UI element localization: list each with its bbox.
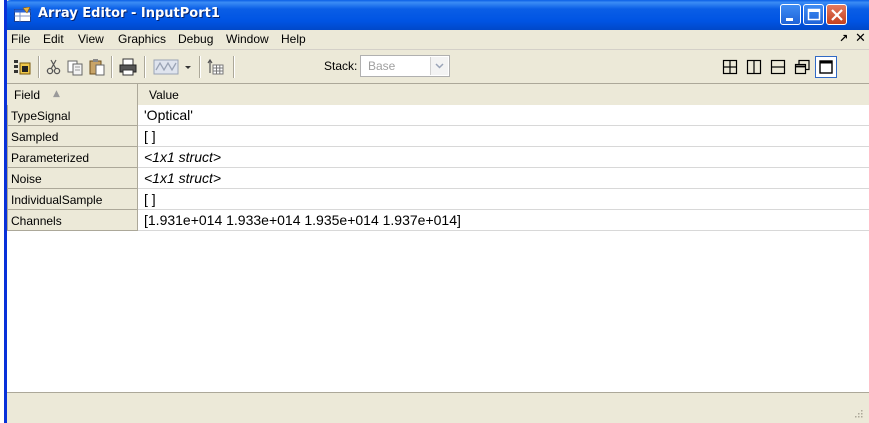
field-value: [1.931e+014 1.933e+014 1.935e+014 1.937e… — [144, 212, 461, 228]
value-cell[interactable]: <1x1 struct> — [138, 147, 869, 168]
value-cell[interactable]: 'Optical' — [138, 105, 869, 126]
field-value: [ ] — [144, 128, 156, 144]
sort-ascending-icon: ▲ — [53, 89, 60, 99]
minimize-button[interactable] — [780, 4, 801, 25]
maximize-button[interactable] — [803, 4, 824, 25]
float-icon[interactable] — [792, 57, 812, 77]
cut-icon[interactable] — [45, 58, 63, 76]
plot-icon[interactable] — [153, 58, 179, 76]
field-value: [ ] — [144, 191, 156, 207]
grid-header: Field ▲ Value — [7, 84, 869, 106]
field-name: Parameterized — [11, 151, 90, 165]
menu-view[interactable]: View — [78, 32, 104, 46]
close-icon — [831, 9, 843, 21]
tile-icon[interactable] — [720, 57, 740, 77]
maximize-layout-button[interactable] — [815, 56, 837, 78]
field-name: Sampled — [11, 130, 59, 144]
array-editor-app-icon — [14, 7, 31, 22]
close-window-button[interactable] — [826, 4, 847, 25]
field-name: Channels — [11, 214, 62, 228]
status-bar — [7, 392, 869, 423]
field-cell[interactable]: Parameterized — [7, 147, 138, 168]
paste-icon[interactable] — [88, 58, 106, 76]
field-name: Noise — [11, 172, 42, 186]
field-cell[interactable]: TypeSignal — [7, 105, 138, 126]
table-row[interactable]: Parameterized <1x1 struct> — [7, 147, 869, 168]
undock-icon[interactable]: ↗ — [839, 32, 848, 45]
table-row[interactable]: Sampled [ ] — [7, 126, 869, 147]
title-bar[interactable]: Array Editor - InputPort1 — [7, 0, 869, 30]
toolbar: Stack: Base — [7, 50, 869, 84]
field-value: 'Optical' — [144, 107, 193, 123]
chevron-down-icon[interactable] — [430, 57, 448, 75]
plot-dropdown-icon[interactable] — [183, 58, 193, 76]
stack-select-value: Base — [368, 59, 396, 73]
field-value: <1x1 struct> — [144, 170, 222, 186]
copy-icon[interactable] — [66, 58, 84, 76]
menu-window[interactable]: Window — [226, 32, 269, 46]
maximize-icon — [819, 60, 833, 74]
value-cell[interactable]: [ ] — [138, 126, 869, 147]
menu-edit[interactable]: Edit — [43, 32, 64, 46]
field-header-label: Field — [14, 88, 41, 102]
table-row[interactable]: TypeSignal 'Optical' — [7, 105, 869, 126]
menu-debug[interactable]: Debug — [178, 32, 213, 46]
table-row[interactable]: IndividualSample [ ] — [7, 189, 869, 210]
field-cell[interactable]: Channels — [7, 210, 138, 231]
stack-label: Stack: — [324, 59, 358, 73]
menu-graphics[interactable]: Graphics — [118, 32, 166, 46]
menu-bar: File Edit View Graphics Debug Window Hel… — [7, 30, 869, 50]
left-right-split-icon[interactable] — [744, 57, 764, 77]
field-value: <1x1 struct> — [144, 149, 222, 165]
menu-file[interactable]: File — [11, 32, 30, 46]
field-cell[interactable]: IndividualSample — [7, 189, 138, 210]
table-row[interactable]: Noise <1x1 struct> — [7, 168, 869, 189]
field-name: IndividualSample — [11, 193, 103, 207]
value-header-label: Value — [149, 88, 179, 102]
maximize-icon — [807, 8, 821, 21]
menu-help[interactable]: Help — [281, 32, 306, 46]
field-name: TypeSignal — [11, 109, 71, 123]
resize-grip-icon[interactable] — [853, 408, 863, 418]
close-document-icon[interactable]: ✕ — [855, 31, 866, 46]
value-cell[interactable]: [ ] — [138, 189, 869, 210]
print-icon[interactable] — [119, 58, 137, 76]
top-bottom-split-icon[interactable] — [768, 57, 788, 77]
field-column-header[interactable]: Field ▲ — [7, 84, 138, 105]
import-data-icon[interactable] — [13, 58, 31, 76]
up-one-level-icon[interactable] — [206, 58, 224, 76]
minimize-icon — [786, 18, 793, 21]
field-cell[interactable]: Noise — [7, 168, 138, 189]
array-editor-window: Array Editor - InputPort1 File Edit View… — [4, 0, 869, 423]
window-title: Array Editor - InputPort1 — [38, 6, 220, 21]
stack-select[interactable]: Base — [360, 55, 450, 77]
table-row[interactable]: Channels [1.931e+014 1.933e+014 1.935e+0… — [7, 210, 869, 231]
value-cell[interactable]: [1.931e+014 1.933e+014 1.935e+014 1.937e… — [138, 210, 869, 231]
field-cell[interactable]: Sampled — [7, 126, 138, 147]
array-grid: Field ▲ Value TypeSignal 'Optical' Sampl… — [7, 84, 869, 392]
value-cell[interactable]: <1x1 struct> — [138, 168, 869, 189]
